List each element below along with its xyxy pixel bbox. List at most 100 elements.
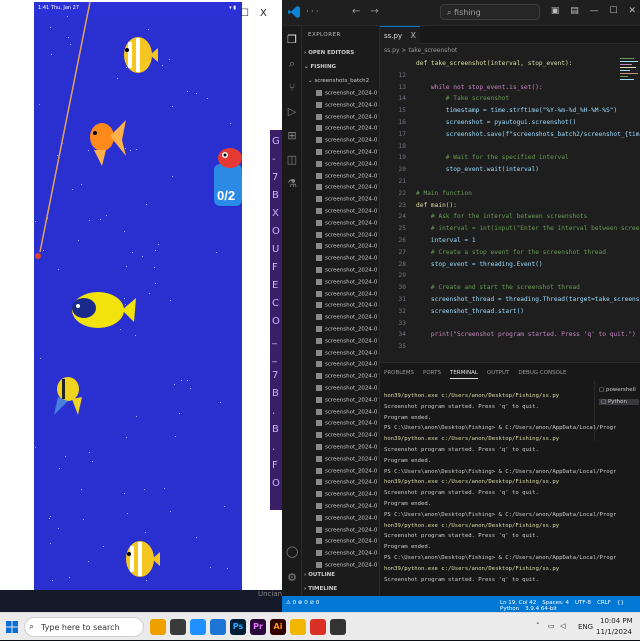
background-glyph: G <box>272 136 280 147</box>
file-name: screenshot_2024-07... <box>325 232 378 239</box>
code-line[interactable]: 33 <box>380 320 640 332</box>
file-explorer-icon[interactable] <box>150 619 166 635</box>
maximize-icon[interactable]: ☐ <box>610 6 618 16</box>
code-line[interactable]: 14 # Take screenshot <box>380 95 640 107</box>
close-icon[interactable]: ✕ <box>628 6 636 16</box>
code-line[interactable]: 24 # Ask for the interval between screen… <box>380 213 640 225</box>
photoshop-icon[interactable]: Ps <box>230 619 246 635</box>
panel-icon[interactable]: ▤ <box>570 6 579 16</box>
breadcrumb[interactable]: ss.py > take_screenshot <box>380 44 640 56</box>
panel-tab-output[interactable]: OUTPUT <box>487 370 509 376</box>
code-line[interactable]: 16 screenshot = pyautogui.screenshot() <box>380 119 640 131</box>
code-line[interactable]: 23 def main(): <box>380 202 640 214</box>
code-line[interactable]: def take_screenshot(interval, stop_event… <box>380 60 640 72</box>
code-line[interactable]: 17 screenshot.save(f"screenshots_batch2/… <box>380 131 640 143</box>
terminal-line: Screenshot program started. Press 'q' to… <box>384 490 539 497</box>
clock-date[interactable]: 11/1/2024 <box>596 628 632 636</box>
forward-arrow-icon[interactable]: → <box>370 6 378 17</box>
search-placeholder: Type here to search <box>41 623 120 632</box>
minimize-icon[interactable]: — <box>590 6 599 16</box>
image-file-icon <box>316 491 322 498</box>
chrome-icon[interactable] <box>310 619 326 635</box>
open-editors-section[interactable]: › OPEN EDITORS <box>304 50 354 56</box>
line-number: 14 <box>398 95 406 103</box>
code-line[interactable]: 27 # Create a stop event for the screens… <box>380 249 640 261</box>
code-line[interactable]: 19 # Wait for the specified interval <box>380 154 640 166</box>
yellow-tang-icon[interactable] <box>64 282 136 338</box>
volume-icon[interactable]: ◁ <box>560 622 565 630</box>
vscode-taskbar-icon[interactable] <box>210 619 226 635</box>
code-line[interactable]: 20 stop_event.wait(interval) <box>380 166 640 178</box>
taskbar-search-input[interactable]: ⌕ Type here to search <box>24 617 144 637</box>
panel-tab-debug-console[interactable]: DEBUG CONSOLE <box>518 370 566 376</box>
illustrator-icon[interactable]: Ai <box>270 619 286 635</box>
tab-ss-py[interactable]: ss.py X <box>380 26 420 44</box>
account-icon[interactable]: ◯ <box>286 546 298 558</box>
remote-icon[interactable]: ◫ <box>286 154 298 166</box>
panel-tab-problems[interactable]: PROBLEMS <box>384 370 414 376</box>
outline-section[interactable]: › OUTLINE <box>304 572 335 578</box>
code-line[interactable]: 30 # Create and start the screenshot thr… <box>380 284 640 296</box>
code-line[interactable]: 15 timestamp = time.strftime("%Y-%m-%d_%… <box>380 107 640 119</box>
search-icon[interactable]: ⌕ <box>286 58 298 70</box>
back-arrow-icon[interactable]: ← <box>352 6 360 17</box>
clock-time[interactable]: 10:04 PM <box>600 617 633 625</box>
angelfish-icon[interactable] <box>48 367 88 417</box>
butterflyfish-icon[interactable] <box>118 30 158 80</box>
status-item[interactable]: UTF-8 <box>575 600 591 606</box>
layout-icon[interactable]: ▣ <box>551 6 560 16</box>
panel-tab-ports[interactable]: PORTS <box>423 370 441 376</box>
image-file-icon <box>316 243 322 250</box>
code-line[interactable]: 29 <box>380 272 640 284</box>
restore-button[interactable]: ☐ <box>240 8 249 19</box>
problems-status[interactable]: ⚠ 0 ⊗ 0 ⊘ 0 <box>286 600 319 606</box>
file-name: screenshot_2024-07... <box>325 338 378 345</box>
explorer-icon[interactable]: ❐ <box>286 34 298 46</box>
code-line[interactable]: 35 <box>380 343 640 355</box>
premiere-icon[interactable]: Pr <box>250 619 266 635</box>
folder-icon[interactable] <box>290 619 306 635</box>
image-file-icon <box>316 149 322 155</box>
status-item[interactable]: CRLF <box>597 600 611 606</box>
butterflyfish-bottom-icon[interactable] <box>120 534 160 584</box>
tab-close-icon[interactable]: X <box>411 31 416 40</box>
menu-icon[interactable]: ··· <box>306 7 321 17</box>
explorer-sidebar: EXPLORER › OPEN EDITORS ⌄ FISHING ⌄ scre… <box>302 26 380 596</box>
panel-tab-terminal[interactable]: TERMINAL <box>449 370 478 379</box>
run-debug-icon[interactable]: ▷ <box>286 106 298 118</box>
language-indicator[interactable]: ENG <box>578 623 593 631</box>
code-line[interactable]: 12 <box>380 72 640 84</box>
line-number: 18 <box>398 142 406 150</box>
code-line[interactable]: 21 <box>380 178 640 190</box>
image-file-icon <box>316 219 322 226</box>
timeline-section[interactable]: › TIMELINE <box>304 586 337 592</box>
network-icon[interactable]: ▭ <box>548 622 555 630</box>
code-line[interactable]: 34 print("Screenshot program started. Pr… <box>380 331 640 343</box>
code-line[interactable]: 31 screenshot_thread = threading.Thread(… <box>380 296 640 308</box>
code-line[interactable]: 18 <box>380 143 640 155</box>
edge-icon[interactable] <box>190 619 206 635</box>
code-line[interactable]: 25 # interval = int(input("Enter the int… <box>380 225 640 237</box>
command-search-input[interactable]: ⌕ fishing <box>440 4 540 20</box>
code-line[interactable]: 32 screenshot_thread.start() <box>380 308 640 320</box>
chevron-up-icon[interactable]: ˄ <box>536 622 540 630</box>
goldfish-icon[interactable] <box>84 112 126 167</box>
code-line[interactable]: 13 while not stop_event.is_set(): <box>380 84 640 96</box>
code-line[interactable]: 22 # Main function <box>380 190 640 202</box>
source-control-icon[interactable]: ⑂ <box>286 82 298 94</box>
media-player-icon[interactable] <box>330 619 346 635</box>
workspace-root[interactable]: ⌄ FISHING <box>304 64 336 70</box>
code-line[interactable]: 28 stop_event = threading.Event() <box>380 261 640 273</box>
minimap[interactable] <box>618 56 640 116</box>
code-line[interactable]: 26 interval = 1 <box>380 237 640 249</box>
task-view-icon[interactable] <box>170 619 186 635</box>
code-editor[interactable]: ss.py X ss.py > take_screenshot def take… <box>380 26 640 362</box>
extensions-icon[interactable]: ⊞ <box>286 130 298 142</box>
nav-arrows: ← → <box>352 6 389 17</box>
game-window[interactable]: 1:41 Thu, Jan 27 ▾ ▮ 0/2 <box>34 2 242 590</box>
settings-gear-icon[interactable]: ⚙ <box>286 572 298 584</box>
testing-icon[interactable]: ⚗ <box>286 178 298 190</box>
windows-start-icon[interactable] <box>6 621 18 633</box>
close-button[interactable]: X <box>260 8 267 19</box>
folder-screenshots-batch2[interactable]: ⌄ screenshots_batch2 <box>308 78 369 84</box>
